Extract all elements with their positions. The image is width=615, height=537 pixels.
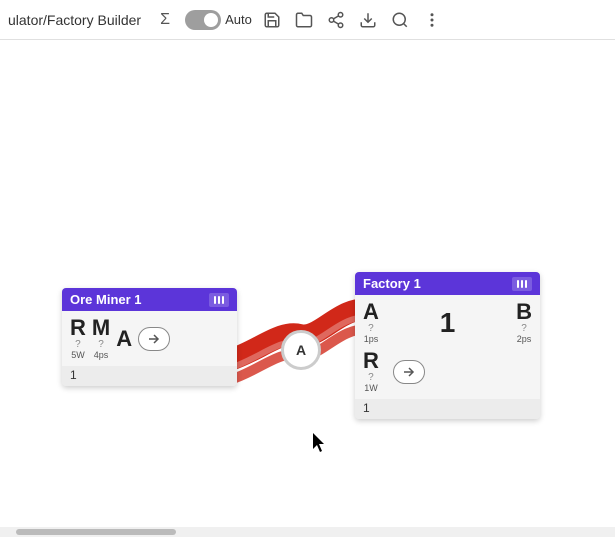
share-button[interactable]	[324, 8, 348, 32]
auto-toggle-container: Auto	[185, 10, 252, 30]
connector-bubble: A	[281, 330, 321, 370]
port-r-letter: R	[70, 317, 86, 339]
factory-port-b-group: B ? 2ps	[516, 301, 532, 344]
ore-miner-arrow-button[interactable]	[138, 327, 170, 351]
factory-port-b-question: ?	[521, 323, 527, 334]
factory-arrow-button[interactable]	[393, 360, 425, 384]
ore-miner-footer: 1	[62, 366, 237, 386]
toolbar-title: ulator/Factory Builder	[8, 12, 141, 28]
factory-port-a-question: ?	[368, 323, 374, 334]
port-m-rate: 4ps	[94, 350, 109, 360]
factory-header: Factory 1	[355, 272, 540, 295]
factory-port-r-question: ?	[368, 372, 374, 383]
connector-label: A	[296, 342, 306, 358]
factory-menu-icon[interactable]	[512, 277, 532, 291]
more-button[interactable]	[420, 8, 444, 32]
factory-port-a-rate: 1ps	[364, 334, 379, 344]
port-m-sub: ? 4ps	[94, 339, 109, 360]
factory-port-a-sub: ? 1ps	[364, 323, 379, 344]
toolbar: ulator/Factory Builder Σ Auto	[0, 0, 615, 40]
ore-miner-node: Ore Miner 1 R ? 5W M ? 4ps	[62, 288, 237, 386]
download-button[interactable]	[356, 8, 380, 32]
ore-miner-title: Ore Miner 1	[70, 292, 142, 307]
search-button[interactable]	[388, 8, 412, 32]
factory-port-a-letter: A	[363, 301, 379, 323]
factory-port-r-letter: R	[363, 350, 379, 372]
factory-port-a-group: A ? 1ps	[363, 301, 379, 344]
sigma-icon[interactable]: Σ	[153, 8, 177, 32]
scrollbar-thumb[interactable]	[16, 529, 176, 535]
port-r-rate: 5W	[71, 350, 85, 360]
port-a-group: A	[116, 328, 132, 350]
factory-port-mid-group: 1	[440, 309, 456, 337]
auto-toggle-switch[interactable]	[185, 10, 221, 30]
factory-port-r-group: R ? 1W	[363, 350, 379, 393]
port-a-letter: A	[116, 328, 132, 350]
factory-port-b-letter: B	[516, 301, 532, 323]
factory-footer: 1	[355, 399, 540, 419]
ore-miner-header: Ore Miner 1	[62, 288, 237, 311]
canvas-area: Ore Miner 1 R ? 5W M ? 4ps	[0, 40, 615, 537]
ore-miner-body: R ? 5W M ? 4ps A	[62, 311, 237, 366]
factory-port-b-sub: ? 2ps	[517, 323, 532, 344]
mouse-cursor	[313, 433, 329, 458]
factory-port-mid-letter: 1	[440, 309, 456, 337]
port-m-group: M ? 4ps	[92, 317, 110, 360]
save-button[interactable]	[260, 8, 284, 32]
factory-title: Factory 1	[363, 276, 421, 291]
folder-button[interactable]	[292, 8, 316, 32]
factory-port-r-sub: ? 1W	[364, 372, 378, 393]
port-r-sub: ? 5W	[71, 339, 85, 360]
port-r-question: ?	[75, 339, 81, 350]
factory-node: Factory 1 A ? 1ps 1 B ?	[355, 272, 540, 419]
ore-miner-menu-icon[interactable]	[209, 293, 229, 307]
factory-body: A ? 1ps 1 B ? 2ps	[355, 295, 540, 350]
port-m-question: ?	[98, 339, 104, 350]
factory-port-r-rate: 1W	[364, 383, 378, 393]
factory-port-b-rate: 2ps	[517, 334, 532, 344]
port-r-group: R ? 5W	[70, 317, 86, 360]
factory-body-2: R ? 1W	[355, 350, 540, 399]
port-m-letter: M	[92, 317, 110, 339]
scrollbar[interactable]	[0, 527, 615, 537]
auto-toggle-label: Auto	[225, 12, 252, 27]
